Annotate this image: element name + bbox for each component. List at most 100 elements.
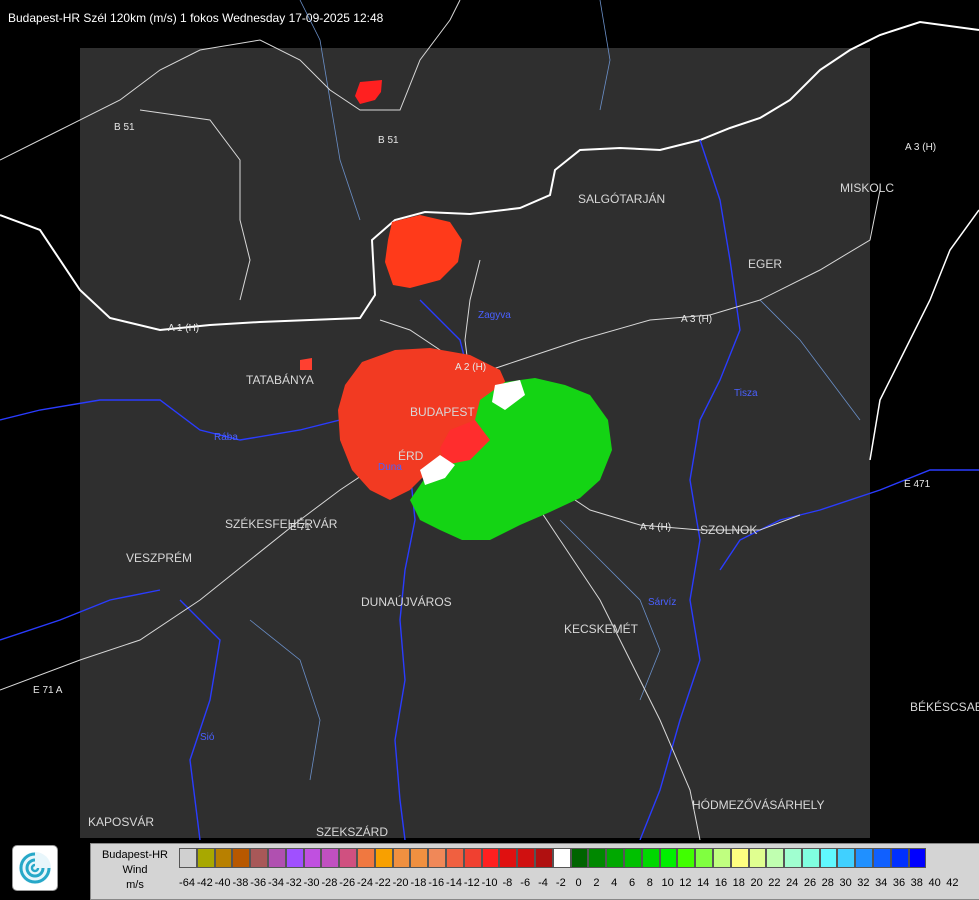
legend-tick-label: 32 [857, 877, 870, 889]
legend-swatch [748, 848, 767, 868]
road-label: A 2 (H) [455, 362, 486, 373]
legend-swatch [570, 848, 589, 868]
river-label: Sió [200, 732, 215, 743]
legend-tick-label: 26 [803, 877, 817, 889]
legend-tick-label: -16 [428, 877, 445, 889]
legend-tick-label: -36 [250, 877, 267, 889]
legend-tick-label: 2 [593, 877, 600, 889]
legend-tick-label: -12 [463, 877, 480, 889]
city-label: MISKOLC [840, 181, 894, 195]
city-label: SZÉKESFEHÉRVÁR [225, 516, 338, 531]
legend-tick-label: -20 [392, 877, 409, 889]
legend-tick-label: -64 [179, 877, 195, 889]
legend-swatch [801, 848, 820, 868]
legend-title: Budapest-HR Wind m/s [91, 844, 179, 899]
legend-swatch [267, 848, 286, 868]
legend-tick-label: 18 [732, 877, 745, 889]
legend-tick-label: 22 [768, 877, 781, 889]
city-label: SZEKSZÁRD [316, 824, 388, 839]
legend-tick-label: -32 [285, 877, 302, 889]
legend-tick-label: -4 [538, 877, 548, 889]
legend-swatch [730, 848, 749, 868]
city-label: KAPOSVÁR [88, 814, 154, 829]
legend-title-line: Budapest-HR [101, 849, 169, 861]
legend-tick-label: -38 [232, 877, 249, 889]
legend-swatch [819, 848, 838, 868]
legend-swatch [517, 848, 535, 868]
legend-swatch [428, 848, 446, 868]
color-legend: Budapest-HR Wind m/s -64 -42 -40 -38 -36 -34-… [90, 843, 979, 900]
river-label: Sárvíz [648, 597, 676, 608]
legend-tick-label: -30 [303, 877, 320, 889]
legend-tick-label: 24 [786, 877, 799, 889]
river-label: Zagyva [478, 310, 511, 321]
legend-tick-label: -28 [321, 877, 338, 889]
legend-swatch [552, 848, 571, 868]
legend-tick-label: 6 [628, 877, 636, 889]
city-label: SALGÓTARJÁN [578, 191, 665, 206]
legend-swatch [766, 848, 785, 868]
legend-tick-label: -6 [520, 877, 531, 889]
legend-swatch [784, 848, 802, 868]
legend-tick-label: -24 [357, 877, 373, 889]
legend-swatch [837, 848, 856, 868]
logo [12, 845, 58, 891]
legend-tick-label: 20 [750, 877, 763, 889]
legend-swatch [606, 848, 624, 868]
legend-swatch [285, 848, 304, 868]
city-label: TATABÁNYA [246, 372, 314, 387]
legend-tick-label: 4 [611, 877, 618, 889]
city-label: BÉKÉSCSABA [910, 699, 979, 714]
road-label: A 1 (H) [168, 323, 199, 334]
legend-tick-label: -42 [196, 877, 213, 889]
legend-tick-label: 12 [679, 877, 692, 889]
road-label: B 51 [114, 122, 135, 133]
legend-tick-label: -8 [502, 877, 513, 889]
river-label: Tisza [734, 388, 758, 399]
legend-tick-label: -26 [339, 877, 356, 889]
legend-swatch [179, 848, 197, 868]
legend-swatch [303, 848, 322, 868]
road-label: A 3 (H) [681, 314, 712, 325]
legend-tick-label: -34 [268, 877, 284, 889]
legend-tick-label: 38 [910, 877, 923, 889]
legend-swatch [410, 848, 429, 868]
legend-tick-label: -14 [446, 877, 462, 889]
legend-tick-label: 16 [714, 877, 728, 889]
country-border-east [869, 209, 979, 461]
legend-swatches [179, 848, 927, 868]
legend-ticks: -64 -42 -40 -38 -36 -34 -32 -30 -28 -26 -24 -22 -20-… [179, 877, 979, 893]
legend-swatch [677, 848, 696, 868]
legend-swatch [534, 848, 553, 868]
road-label: E 71 A [33, 685, 63, 696]
road-label: B 51 [378, 135, 399, 146]
legend-swatch [445, 848, 464, 868]
legend-swatch [623, 848, 642, 868]
city-label: EGER [748, 257, 782, 271]
legend-tick-label: 10 [661, 877, 674, 889]
road-label: A 3 (H) [905, 142, 936, 153]
legend-swatch [250, 848, 268, 868]
legend-tick-label: 28 [821, 877, 834, 889]
legend-tick-label: -18 [410, 877, 427, 889]
city-label: DUNAÚJVÁROS [361, 594, 452, 609]
city-label: BUDAPEST [410, 405, 475, 419]
legend-title-line: Wind [122, 864, 148, 876]
river-label: Rába [214, 432, 238, 443]
legend-tick-label: -2 [555, 877, 566, 889]
city-label: VESZPRÉM [126, 550, 192, 565]
radar-map[interactable]: SALGÓTARJÁN MISKOLC EGER TATABÁNYA BUDAP… [0, 0, 979, 840]
legend-tick-label: -22 [374, 877, 391, 889]
city-label: ÉRD [398, 448, 424, 463]
road-label: E 471 [904, 479, 931, 490]
legend-swatch [588, 848, 607, 868]
legend-swatch [873, 848, 891, 868]
legend-tick-label: 42 [946, 877, 959, 889]
legend-swatch [374, 848, 393, 868]
river-label: Duna [378, 462, 402, 473]
legend-swatch [463, 848, 482, 868]
city-label: KECSKEMÉT [564, 621, 639, 636]
legend-swatch [392, 848, 411, 868]
legend-swatch [214, 848, 233, 868]
legend-swatch [695, 848, 713, 868]
